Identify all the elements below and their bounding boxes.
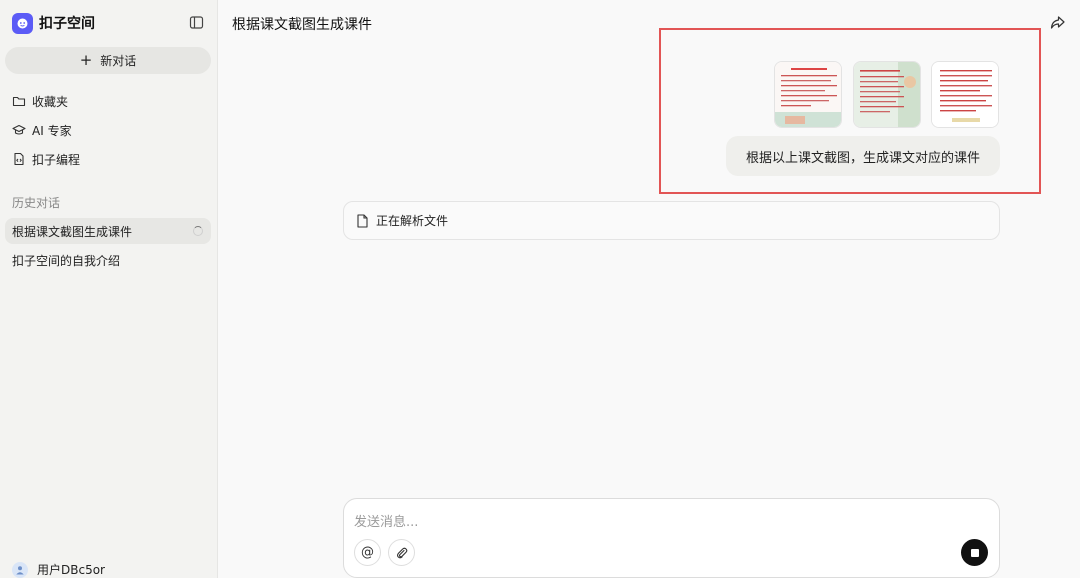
- user-profile[interactable]: 用户DBc5or: [12, 561, 105, 578]
- share-icon[interactable]: [1049, 14, 1066, 31]
- file-status-text: 正在解析文件: [376, 214, 449, 228]
- nav-item-ai-expert[interactable]: AI 专家: [12, 120, 72, 140]
- attach-button[interactable]: [388, 539, 415, 566]
- user-icon: [16, 565, 24, 574]
- nav-item-label: 收藏夹: [32, 94, 69, 109]
- sidebar: 扣子空间 + 新对话 收藏夹 AI 专家 扣子编程 历史对话 根据课文截图生成课…: [0, 0, 218, 578]
- stop-generation-button[interactable]: [961, 539, 988, 566]
- message-composer: @: [343, 498, 1000, 578]
- code-file-icon: [14, 152, 24, 166]
- attachment-thumbnail[interactable]: [774, 61, 842, 128]
- graduation-cap-icon: [12, 124, 26, 135]
- history-item[interactable]: 扣子空间的自我介绍: [5, 247, 211, 273]
- mention-button[interactable]: @: [354, 539, 381, 566]
- attachment-thumbnail[interactable]: [931, 61, 999, 128]
- avatar: [12, 561, 28, 578]
- user-message-text: 根据以上课文截图，生成课文对应的课件: [745, 150, 980, 166]
- brand-logo-icon: [12, 12, 33, 34]
- paperclip-icon: [397, 547, 408, 559]
- main-panel: 根据课文截图生成课件 根据以上课文截图，生成课文对应的课件 正在解析文件 发送消…: [219, 0, 1080, 578]
- sidebar-toggle-icon[interactable]: [189, 15, 204, 30]
- file-parsing-status: 正在解析文件: [343, 201, 1000, 240]
- stop-icon: [970, 548, 979, 557]
- nav-item-label: AI 专家: [32, 123, 72, 138]
- brand-name: 扣子空间: [39, 16, 95, 32]
- at-sign-icon: @: [361, 545, 374, 560]
- page-title: 根据课文截图生成课件: [232, 17, 372, 33]
- user-name: 用户DBc5or: [37, 563, 105, 577]
- history-item-active[interactable]: 根据课文截图生成课件: [5, 218, 211, 244]
- history-item-label: 根据课文截图生成课件: [12, 224, 133, 239]
- new-chat-button[interactable]: + 新对话: [5, 47, 211, 74]
- user-message-bubble: 根据以上课文截图，生成课文对应的课件: [726, 136, 1000, 176]
- nav-item-favorites[interactable]: 收藏夹: [12, 91, 68, 111]
- folder-icon: [12, 96, 26, 107]
- nav-item-coze-coding[interactable]: 扣子编程: [12, 149, 80, 169]
- history-item-label: 扣子空间的自我介绍: [12, 253, 121, 268]
- app-window: 扣子空间 + 新对话 收藏夹 AI 专家 扣子编程 历史对话 根据课文截图生成课…: [0, 0, 1080, 578]
- plus-icon: +: [79, 51, 93, 69]
- attachment-thumbnail[interactable]: [853, 61, 921, 128]
- message-input[interactable]: [354, 512, 954, 532]
- brand[interactable]: 扣子空间: [12, 12, 95, 34]
- nav-item-label: 扣子编程: [32, 152, 81, 167]
- history-section-label: 历史对话: [12, 196, 61, 210]
- new-chat-label: 新对话: [100, 54, 137, 68]
- loading-spinner-icon: [193, 226, 203, 236]
- document-icon: [357, 213, 368, 228]
